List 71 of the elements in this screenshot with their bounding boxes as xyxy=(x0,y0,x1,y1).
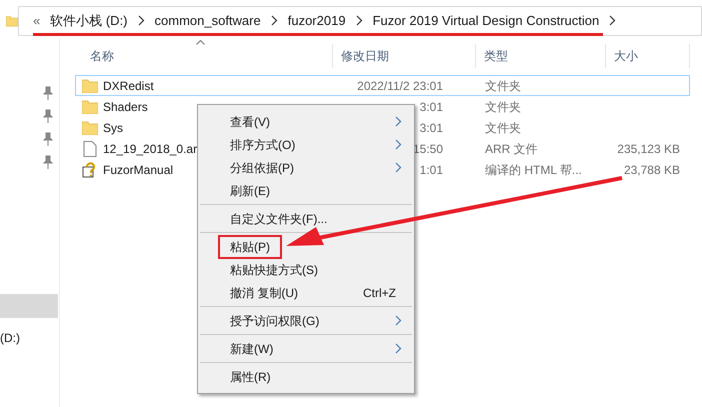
chevron-right-icon xyxy=(609,15,616,26)
selected-file-row[interactable]: DXRedist 2022/11/2 23:01 文件夹 xyxy=(75,75,690,96)
menu-item[interactable]: 撤消 复制(U) Ctrl+Z xyxy=(198,281,414,304)
menu-item[interactable]: 分组依据(P) xyxy=(198,156,414,179)
menu-item[interactable]: 查看(V) xyxy=(198,110,414,133)
column-header[interactable]: 类型 xyxy=(476,44,606,68)
chevron-right-icon xyxy=(138,15,145,26)
file-type: 文件夹 xyxy=(485,78,521,92)
shortcut-text: Ctrl+Z xyxy=(363,284,396,302)
menu-item[interactable]: 属性(R) xyxy=(198,365,414,388)
modified-date: 1:01 xyxy=(420,162,443,178)
help-document-icon xyxy=(82,162,98,178)
column-header[interactable]: 名称 xyxy=(60,44,333,68)
modified-date: 2022/11/2 23:01 xyxy=(357,78,443,94)
menu-item-label: 粘贴(P) xyxy=(218,234,282,258)
modified-date: 3:01 xyxy=(420,120,443,136)
modified-date: 15:50 xyxy=(412,140,443,158)
chevron-right-icon xyxy=(356,15,363,26)
overflow-chevrons[interactable]: « xyxy=(33,10,40,30)
menu-item[interactable]: 粘贴快捷方式(S) xyxy=(198,258,414,281)
menu-item-label: 撤消 复制(U) xyxy=(229,284,299,302)
file-name: Shaders xyxy=(103,98,148,116)
modified-date: 3:01 xyxy=(420,98,443,116)
menu-item[interactable]: 授予访问权限(G) xyxy=(198,309,414,332)
folder-icon xyxy=(82,78,98,92)
file-type: 编译的 HTML 帮... xyxy=(485,162,582,176)
chevron-right-icon xyxy=(395,139,402,150)
column-header[interactable]: 大小 xyxy=(606,44,690,68)
sort-ascending-icon xyxy=(196,40,205,45)
file-name: FuzorManual xyxy=(103,162,174,178)
menu-item[interactable]: 粘贴(P) xyxy=(198,235,414,258)
pin-icon[interactable] xyxy=(43,86,53,101)
column-header[interactable]: 修改日期 xyxy=(333,44,476,68)
breadcrumb[interactable]: common_software xyxy=(154,10,261,30)
document-icon xyxy=(83,140,97,156)
menu-item-label: 分组依据(P) xyxy=(229,160,295,176)
chevron-right-icon xyxy=(395,315,402,326)
chevron-right-icon xyxy=(395,162,402,173)
pin-icon[interactable] xyxy=(43,109,53,124)
menu-item[interactable]: 新建(W) xyxy=(198,337,414,360)
file-size: 235,123 KB xyxy=(617,140,680,158)
menu-item[interactable]: 排序方式(O) xyxy=(198,133,414,156)
breadcrumb[interactable]: fuzor2019 xyxy=(288,10,346,30)
file-name: 12_19_2018_0.ar xyxy=(103,140,198,158)
menu-item-label: 刷新(E) xyxy=(229,182,271,200)
file-type: ARR 文件 xyxy=(485,142,538,156)
menu-item[interactable]: 刷新(E) xyxy=(198,179,414,202)
file-type: 文件夹 xyxy=(485,100,521,114)
menu-item-label: 查看(V) xyxy=(229,114,271,130)
chevron-right-icon xyxy=(395,343,402,354)
menu-item-label: 自定义文件夹(F)... xyxy=(229,210,328,228)
chevron-right-icon xyxy=(270,15,278,26)
file-name: DXRedist xyxy=(103,78,154,94)
chevron-right-icon xyxy=(395,116,402,127)
folder-icon xyxy=(82,100,98,114)
breadcrumb[interactable]: Fuzor 2019 Virtual Design Construction xyxy=(372,10,600,30)
folder-icon xyxy=(82,120,98,134)
menu-item-label: 粘贴快捷方式(S) xyxy=(229,262,319,278)
folder-icon xyxy=(6,14,18,28)
breadcrumb[interactable]: 软件小栈 (D:) xyxy=(50,10,128,30)
file-size: 23,788 KB xyxy=(624,162,680,178)
menu-item-label: 属性(R) xyxy=(229,368,272,386)
menu-item[interactable]: 自定义文件夹(F)... xyxy=(198,207,414,230)
sidebar-item[interactable]: (D:) xyxy=(0,326,58,350)
file-name: Sys xyxy=(103,120,124,136)
pin-icon[interactable] xyxy=(43,132,53,147)
file-type: 文件夹 xyxy=(485,120,521,134)
menu-item-label: 新建(W) xyxy=(229,340,274,358)
menu-item-label: 排序方式(O) xyxy=(229,136,296,154)
pin-icon[interactable] xyxy=(43,155,53,170)
menu-item-label: 授予访问权限(G) xyxy=(229,312,320,330)
